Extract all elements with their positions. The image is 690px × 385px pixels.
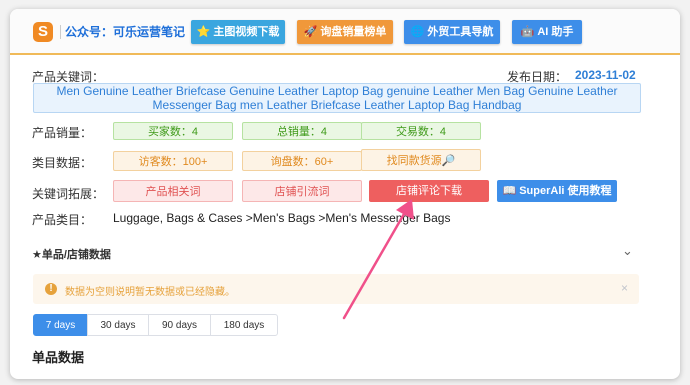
pink-arrow-annotation (342, 199, 414, 320)
